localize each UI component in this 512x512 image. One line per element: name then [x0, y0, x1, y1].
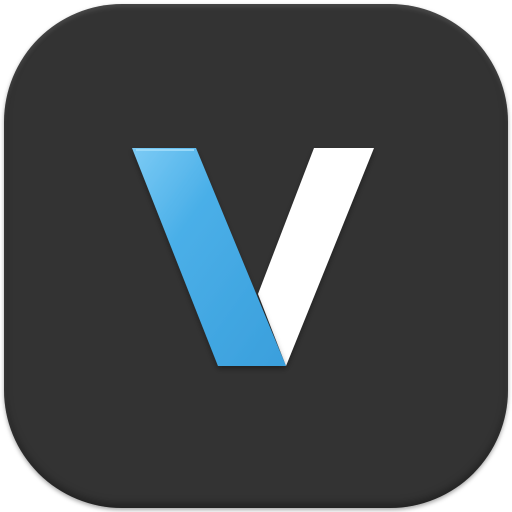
app-icon-tile[interactable]	[4, 4, 508, 508]
app-icon-canvas	[0, 0, 512, 512]
